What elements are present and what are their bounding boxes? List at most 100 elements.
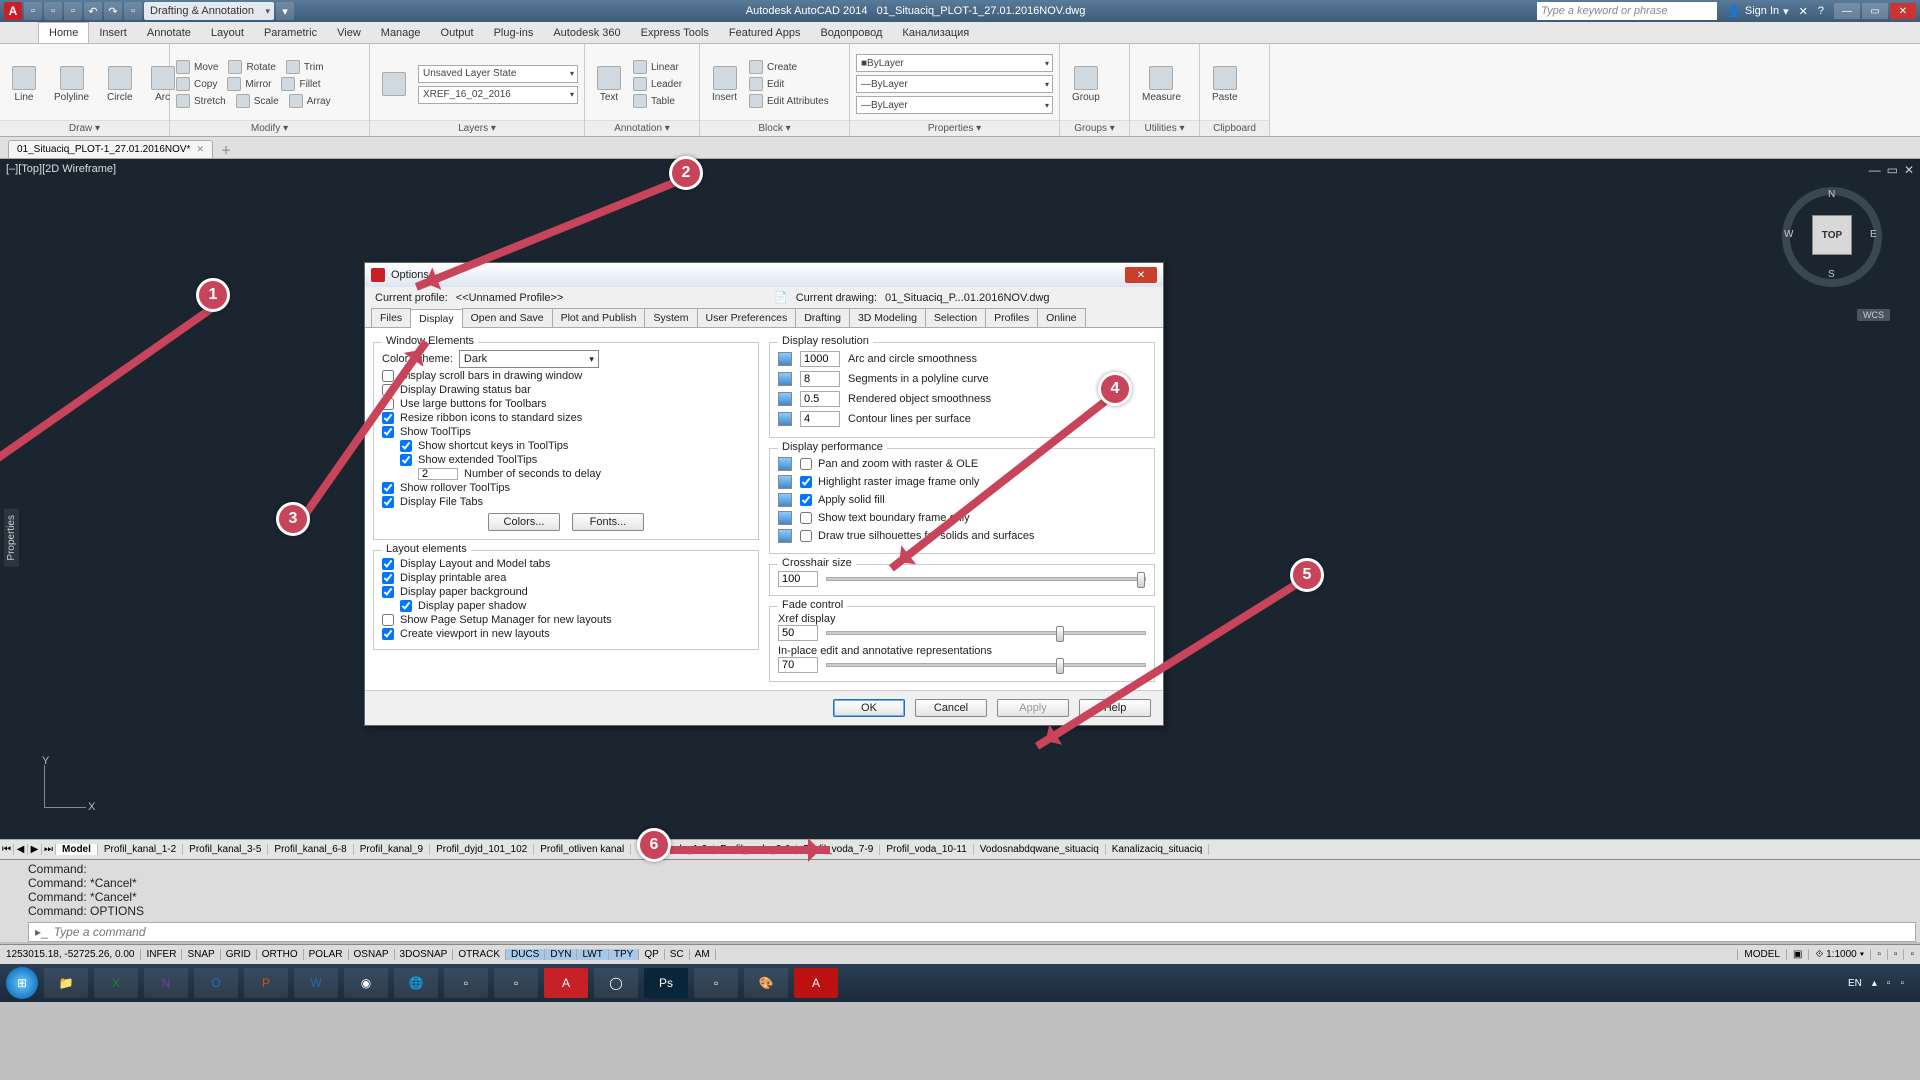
modify-button[interactable]: Array (289, 94, 331, 108)
sign-in-button[interactable]: 👤 Sign In ▾ (1727, 5, 1788, 18)
powerpoint-icon[interactable]: P (244, 968, 288, 998)
ribbon-tab[interactable]: Plug-ins (484, 22, 544, 43)
page-setup-check[interactable]: Show Page Setup Manager for new layouts (382, 613, 750, 627)
dialog-tab[interactable]: 3D Modeling (849, 308, 926, 327)
xref-fade-slider[interactable] (826, 631, 1146, 635)
dialog-tab[interactable]: Profiles (985, 308, 1038, 327)
tray-icon[interactable]: ▫ (1887, 978, 1891, 989)
status-toggle[interactable]: OSNAP (349, 949, 395, 960)
tray-icon[interactable]: ▴ (1872, 978, 1877, 989)
paste-button[interactable]: Paste (1206, 64, 1244, 105)
modify-button[interactable]: Copy (176, 77, 217, 91)
autocad-icon[interactable]: A (544, 968, 588, 998)
text-button[interactable]: Text (591, 64, 627, 105)
qat-save-icon[interactable]: ▫ (64, 2, 82, 20)
color-scheme-select[interactable]: Dark (459, 350, 599, 368)
silhouette-check[interactable]: Draw true silhouettes for solids and sur… (800, 529, 1034, 543)
status-toggle[interactable]: DUCS (506, 949, 545, 960)
status-toggle[interactable]: SC (665, 949, 690, 960)
app-icon[interactable]: ▫ (444, 968, 488, 998)
viewport-check[interactable]: Create viewport in new layouts (382, 627, 750, 641)
paint-icon[interactable]: 🎨 (744, 968, 788, 998)
tooltips-check[interactable]: Show ToolTips (382, 425, 750, 439)
minimize-button[interactable]: — (1834, 3, 1860, 19)
space-toggle[interactable]: MODEL (1737, 949, 1786, 960)
lang-indicator[interactable]: EN (1848, 978, 1862, 989)
layer-properties-button[interactable] (376, 70, 412, 98)
canvas-close-icon[interactable]: ✕ (1904, 163, 1914, 177)
explorer-icon[interactable]: 📁 (44, 968, 88, 998)
draw-button[interactable]: Circle (101, 64, 139, 105)
status-toggle[interactable]: QP (639, 949, 664, 960)
render-smooth-input[interactable] (800, 391, 840, 407)
modify-button[interactable]: Rotate (228, 60, 275, 74)
tray-icon[interactable]: ▫ (1900, 978, 1904, 989)
highlight-raster-check[interactable]: Highlight raster image frame only (800, 475, 979, 489)
measure-button[interactable]: Measure (1136, 64, 1187, 105)
layout-tab[interactable]: Profil_kanal_6-8 (268, 844, 353, 855)
new-tab-button[interactable]: ＋ (217, 142, 235, 158)
shortcut-keys-check[interactable]: Show shortcut keys in ToolTips (382, 439, 750, 453)
app-logo[interactable]: A (4, 2, 22, 20)
dialog-tab[interactable]: Online (1037, 308, 1085, 327)
large-buttons-check[interactable]: Use large buttons for Toolbars (382, 397, 750, 411)
outlook-icon[interactable]: O (194, 968, 238, 998)
help-search[interactable]: Type a keyword or phrase (1537, 2, 1717, 20)
ribbon-tab[interactable]: Home (38, 22, 89, 43)
viewcube[interactable]: TOP NS EW (1770, 177, 1890, 297)
layout-tab[interactable]: Profil_kanal_1-2 (98, 844, 183, 855)
delay-input[interactable] (418, 468, 458, 480)
dialog-tab[interactable]: Display (410, 309, 462, 328)
layout-tab[interactable]: Model (56, 844, 98, 855)
ribbon-tab[interactable]: Insert (89, 22, 137, 43)
file-tab[interactable]: 01_Situaciq_PLOT-1_27.01.2016NOV*✕ (8, 140, 213, 158)
word-icon[interactable]: W (294, 968, 338, 998)
insert-button[interactable]: Insert (706, 64, 743, 105)
ribbon-tab[interactable]: Annotate (137, 22, 201, 43)
lt-first-icon[interactable]: ⏮ (0, 844, 14, 855)
pan-zoom-check[interactable]: Pan and zoom with raster & OLE (800, 457, 978, 471)
rollover-check[interactable]: Show rollover ToolTips (382, 481, 750, 495)
layout-tab[interactable]: Vodosnabdqwane_situaciq (974, 844, 1106, 855)
status-toggle[interactable]: DYN (545, 949, 577, 960)
inplace-fade-input[interactable] (778, 657, 818, 673)
ok-button[interactable]: OK (833, 699, 905, 717)
status-extra-icon[interactable]: ▫ (1903, 949, 1920, 960)
solid-fill-check[interactable]: Apply solid fill (800, 493, 885, 507)
layout-tab[interactable]: Profil_kanal_9 (354, 844, 430, 855)
layout-tab[interactable]: Profil_dyjd_101_102 (430, 844, 534, 855)
modify-button[interactable]: Mirror (227, 77, 271, 91)
modify-button[interactable]: Move (176, 60, 218, 74)
canvas-max-icon[interactable]: ▭ (1887, 163, 1898, 177)
app-icon[interactable]: ◯ (594, 968, 638, 998)
acrobat-icon[interactable]: A (794, 968, 838, 998)
onenote-icon[interactable]: N (144, 968, 188, 998)
excel-icon[interactable]: X (94, 968, 138, 998)
cancel-button[interactable]: Cancel (915, 699, 987, 717)
block-button[interactable]: Edit (749, 77, 829, 91)
block-button[interactable]: Edit Attributes (749, 94, 829, 108)
dialog-tab[interactable]: Open and Save (462, 308, 553, 327)
status-extra-icon[interactable]: ▫ (1887, 949, 1904, 960)
statusbar-check[interactable]: Display Drawing status bar (382, 383, 750, 397)
dialog-tab[interactable]: Selection (925, 308, 986, 327)
qat-print-icon[interactable]: ▫ (124, 2, 142, 20)
exchange-icon[interactable]: ✕ (1799, 5, 1808, 18)
fonts-button[interactable]: Fonts... (572, 513, 644, 531)
scale-selector[interactable]: ⟐ 1:1000 ▾ (1808, 949, 1870, 960)
qat-dropdown-icon[interactable]: ▾ (276, 2, 294, 20)
earth-icon[interactable]: 🌐 (394, 968, 438, 998)
ribbon-tab[interactable]: Канализация (892, 22, 979, 43)
lineweight-selector[interactable]: — ByLayer (856, 96, 1053, 114)
qat-open-icon[interactable]: ▫ (44, 2, 62, 20)
command-input[interactable] (54, 923, 1915, 941)
scrollbars-check[interactable]: Display scroll bars in drawing window (382, 369, 750, 383)
ribbon-tab[interactable]: Layout (201, 22, 254, 43)
anno-icon[interactable]: ▣ (1786, 949, 1808, 960)
chrome-icon[interactable]: ◉ (344, 968, 388, 998)
paper-bg-check[interactable]: Display paper background (382, 585, 750, 599)
status-toggle[interactable]: SNAP (182, 949, 220, 960)
current-layer-selector[interactable]: XREF_16_02_2016 (418, 86, 578, 104)
linetype-selector[interactable]: — ByLayer (856, 75, 1053, 93)
layout-tab[interactable]: Profil_otliven kanal (534, 844, 631, 855)
